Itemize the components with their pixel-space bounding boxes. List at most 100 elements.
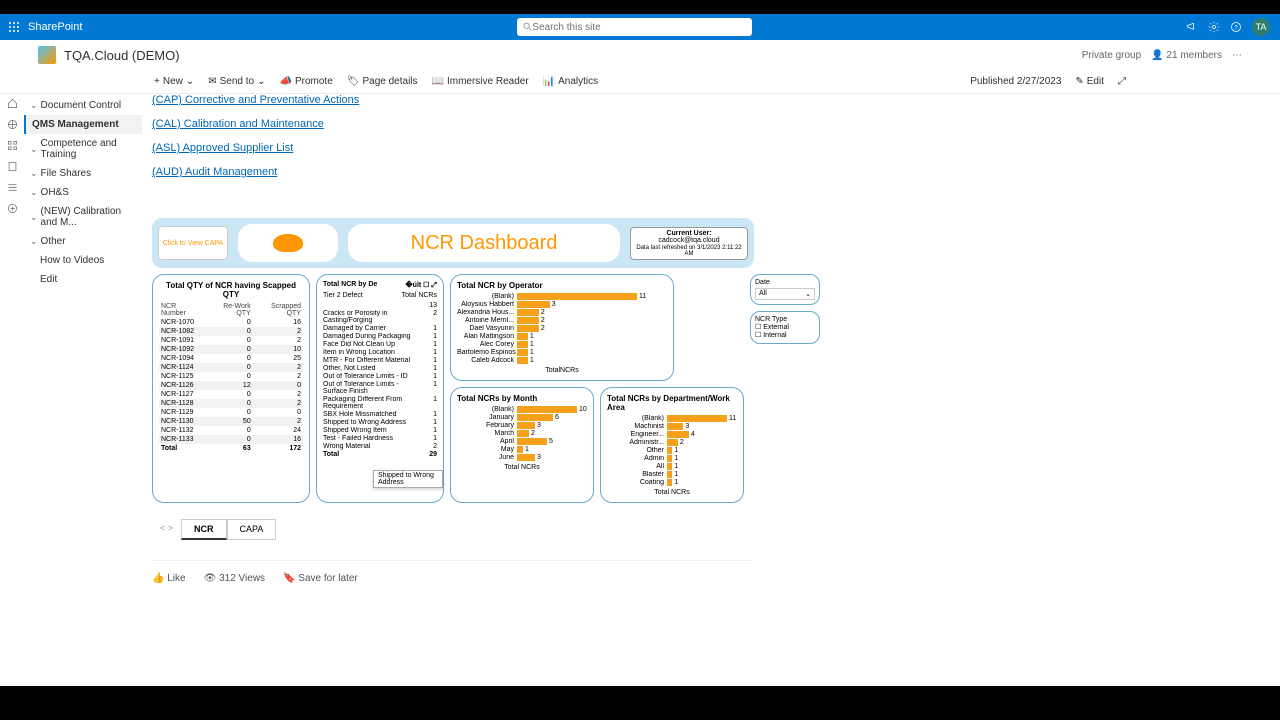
table-row[interactable]: NCR-112502 [159,372,303,381]
bar-row[interactable]: March2 [457,430,587,437]
list-item[interactable]: SBX Hole Missmatched1 [323,410,437,418]
nav-edit[interactable]: Edit [24,270,142,289]
app-launcher-icon[interactable] [0,21,28,33]
megaphone-icon[interactable] [1186,21,1198,33]
bar-row[interactable]: Coating1 [607,479,737,486]
save-for-later[interactable]: 🔖 Save for later [283,573,358,584]
nav-competence[interactable]: Competence and Training [24,134,142,164]
table-row[interactable]: NCR-1126120 [159,381,303,390]
list-icon[interactable] [7,182,18,193]
expand-icon[interactable]: ⤢ [1118,76,1126,87]
site-logo[interactable] [38,46,56,64]
document-icon[interactable] [7,161,18,172]
bar-row[interactable]: Alan Mattingson1 [457,333,667,340]
members-count[interactable]: 👤 21 members [1151,50,1222,61]
filter-date[interactable]: Date All⌄ [750,274,820,305]
list-item[interactable]: Test - Failed Hardness1 [323,434,437,442]
bar-row[interactable]: Administr...2 [607,439,737,446]
table-row[interactable]: NCR-108202 [159,327,303,336]
panel-by-operator[interactable]: Total NCR by Operator (Blank)11Aloysius … [450,274,674,381]
nav-ohs[interactable]: OH&S [24,183,142,202]
link-cal[interactable]: (CAL) Calibration and Maintenance [152,118,1270,130]
immersive-reader-button[interactable]: 📖 Immersive Reader [432,76,529,87]
list-item[interactable]: Face Did Not Clean Up1 [323,340,437,348]
bar-row[interactable]: Machinist3 [607,423,737,430]
suite-name[interactable]: SharePoint [28,21,82,33]
list-item[interactable]: 13 [323,301,437,309]
bar-row[interactable]: February3 [457,422,587,429]
bar-row[interactable]: (Blank)11 [457,293,667,300]
bar-row[interactable]: June3 [457,454,587,461]
bar-row[interactable]: Caleb Adcock1 [457,357,667,364]
bar-row[interactable]: Blaster1 [607,471,737,478]
page-details-button[interactable]: 🏷 Page details [347,76,418,87]
site-title[interactable]: TQA.Cloud (DEMO) [64,48,180,63]
table-row[interactable]: NCR-112402 [159,363,303,372]
list-item[interactable]: Out of Tolerance Limits - Surface Finish… [323,380,437,395]
home-icon[interactable] [7,98,18,109]
list-item[interactable]: Wrong Material2 [323,442,437,450]
user-avatar[interactable]: TA [1252,18,1270,36]
list-item[interactable]: Packaging Different From Requirement1 [323,395,437,410]
nav-other[interactable]: Other [24,232,142,251]
bar-row[interactable]: Antoine Merril...2 [457,317,667,324]
nav-qms-management[interactable]: QMS Management [24,115,142,134]
bar-row[interactable]: Other1 [607,447,737,454]
list-item[interactable]: Item in Wrong Location1 [323,348,437,356]
bar-row[interactable]: Admin1 [607,455,737,462]
bar-row[interactable]: (Blank)11 [607,415,737,422]
bar-row[interactable]: Aloysius Habbert3 [457,301,667,308]
bar-row[interactable]: Alec Corey1 [457,341,667,348]
link-aud[interactable]: (AUD) Audit Management [152,166,1270,178]
list-item[interactable]: Shipped to Wrong Address1 [323,418,437,426]
list-item[interactable]: MTR - For Different Material1 [323,356,437,364]
bar-row[interactable]: (Blank)10 [457,406,587,413]
nav-howto-videos[interactable]: How to Videos [24,251,142,270]
sendto-button[interactable]: ✉ Send to ⌄ [208,76,265,87]
globe-icon[interactable] [7,119,18,130]
bar-row[interactable]: May1 [457,446,587,453]
table-row[interactable]: NCR-1130502 [159,417,303,426]
settings-icon[interactable] [1208,21,1220,33]
search-input[interactable] [532,22,745,33]
table-row[interactable]: NCR-112900 [159,408,303,417]
table-row[interactable]: NCR-1092010 [159,345,303,354]
list-item[interactable]: Cracks or Porosity in Casting/Forging2 [323,309,437,324]
promote-button[interactable]: 📣 Promote [280,76,333,87]
more-icon[interactable]: ⋯ [1232,50,1242,61]
table-row[interactable]: NCR-1132024 [159,426,303,435]
bar-row[interactable]: April5 [457,438,587,445]
panel-qty-table[interactable]: Total QTY of NCR having Scapped QTY NCR … [152,274,310,503]
list-item[interactable]: Out of Tolerance Limits - ID1 [323,372,437,380]
help-icon[interactable]: ? [1230,21,1242,33]
table-row[interactable]: NCR-112702 [159,390,303,399]
list-item[interactable]: Shipped Wrong Item1 [323,426,437,434]
table-row[interactable]: NCR-109102 [159,336,303,345]
nav-file-shares[interactable]: File Shares [24,164,142,183]
list-item[interactable]: Damaged During Packaging1 [323,332,437,340]
bar-row[interactable]: All1 [607,463,737,470]
nav-calibration[interactable]: (NEW) Calibration and M... [24,202,142,232]
like-button[interactable]: 👍 Like [152,573,186,584]
table-row[interactable]: NCR-1094025 [159,354,303,363]
panel-by-month[interactable]: Total NCRs by Month (Blank)10January6Feb… [450,387,594,503]
filter-ncr-type[interactable]: NCR Type ☐ External ☐ Internal [750,311,820,344]
tab-ncr[interactable]: NCR [181,519,227,540]
search-box[interactable] [517,18,752,36]
table-row[interactable]: NCR-1133016 [159,435,303,444]
link-cap[interactable]: (CAP) Corrective and Preventative Action… [152,94,1270,106]
analytics-button[interactable]: 📊 Analytics [543,76,598,87]
bar-row[interactable]: Bartolemo Espinos1 [457,349,667,356]
list-item[interactable]: Other, Not Listed1 [323,364,437,372]
new-button[interactable]: + New ⌄ [154,76,194,87]
panel-by-dept[interactable]: Total NCRs by Department/Work Area (Blan… [600,387,744,503]
bar-row[interactable]: Alexandria Hous...2 [457,309,667,316]
bar-row[interactable]: January6 [457,414,587,421]
list-item[interactable]: Damaged by Carrier1 [323,324,437,332]
bar-row[interactable]: Engineer...4 [607,431,737,438]
edit-button[interactable]: ✎ Edit [1075,76,1104,87]
view-capa-button[interactable]: Click to View CAPA [158,226,228,260]
grid-icon[interactable] [7,140,18,151]
table-row[interactable]: NCR-112802 [159,399,303,408]
tab-capa[interactable]: CAPA [227,519,277,540]
